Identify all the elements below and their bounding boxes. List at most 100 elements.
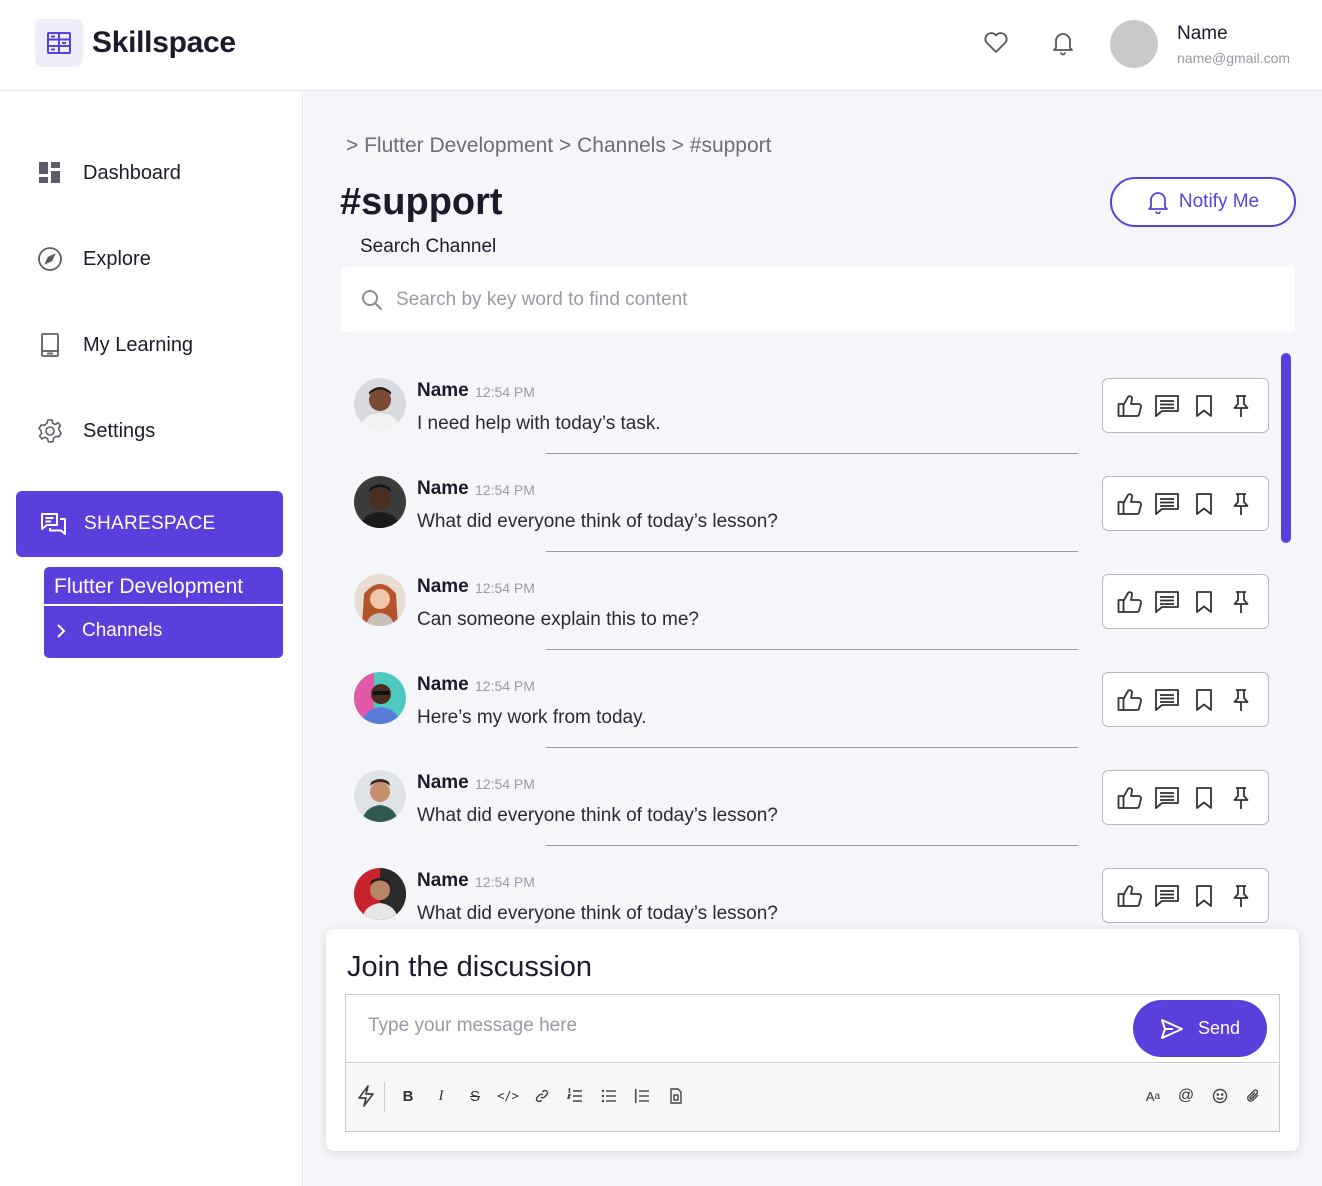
- bookmark-icon[interactable]: [1189, 783, 1219, 813]
- submenu-title[interactable]: Flutter Development: [44, 567, 283, 606]
- message-author[interactable]: Name: [417, 772, 469, 794]
- link-icon[interactable]: [530, 1084, 554, 1108]
- text-format-icon[interactable]: Aa: [1141, 1084, 1165, 1108]
- bookmark-icon[interactable]: [1189, 489, 1219, 519]
- sidebar-item-label: My Learning: [83, 333, 194, 356]
- sidebar-item-explore[interactable]: Explore: [36, 244, 151, 274]
- message-author[interactable]: Name: [417, 674, 469, 696]
- message-author[interactable]: Name: [417, 870, 469, 892]
- attachment-icon[interactable]: [1241, 1084, 1265, 1108]
- comment-icon[interactable]: [1152, 783, 1182, 813]
- message-input[interactable]: [368, 1015, 1068, 1037]
- compose-input-row: Send: [346, 995, 1279, 1063]
- sidebar-item-label: Explore: [83, 247, 151, 270]
- emoji-icon[interactable]: [1208, 1084, 1232, 1108]
- mention-icon[interactable]: @: [1174, 1084, 1198, 1108]
- compass-icon: [36, 245, 64, 273]
- blockquote-icon[interactable]: [630, 1084, 654, 1108]
- sidebar-item-label: Dashboard: [83, 161, 181, 184]
- send-button[interactable]: Send: [1133, 1000, 1267, 1057]
- message-text: I need help with today’s task.: [417, 413, 661, 434]
- scrollbar-thumb[interactable]: [1281, 353, 1291, 543]
- bookmark-icon[interactable]: [1189, 685, 1219, 715]
- message-item: Name 12:54 PM What did everyone think of…: [354, 834, 1274, 931]
- composer-title: Join the discussion: [347, 951, 593, 983]
- message-item: Name 12:54 PM I need help with today’s t…: [354, 353, 1274, 454]
- submenu-item-channels[interactable]: Channels: [44, 606, 283, 656]
- pin-icon[interactable]: [1226, 587, 1256, 617]
- sharespace-button[interactable]: SHARESPACE: [16, 491, 283, 557]
- bookmark-icon[interactable]: [1189, 391, 1219, 421]
- user-avatar[interactable]: [1110, 20, 1158, 68]
- pin-icon[interactable]: [1226, 391, 1256, 421]
- message-time: 12:54 PM: [475, 776, 535, 792]
- file-icon[interactable]: [664, 1084, 688, 1108]
- avatar[interactable]: [354, 574, 406, 626]
- comment-icon[interactable]: [1152, 489, 1182, 519]
- message-time: 12:54 PM: [475, 482, 535, 498]
- pin-icon[interactable]: [1226, 489, 1256, 519]
- sharespace-submenu: Flutter Development Channels: [44, 567, 283, 658]
- thumbs-up-icon[interactable]: [1115, 489, 1145, 519]
- message-text: What did everyone think of today’s lesso…: [417, 805, 778, 826]
- strikethrough-icon[interactable]: S: [463, 1084, 487, 1108]
- code-icon[interactable]: </>: [496, 1084, 520, 1108]
- sidebar-item-settings[interactable]: Settings: [36, 416, 155, 446]
- message-list[interactable]: Name 12:54 PM I need help with today’s t…: [304, 353, 1322, 931]
- avatar[interactable]: [354, 378, 406, 430]
- dashboard-icon: [36, 159, 64, 187]
- notify-me-button[interactable]: Notify Me: [1110, 177, 1296, 227]
- send-label: Send: [1197, 1018, 1241, 1038]
- sidebar-item-my-learning[interactable]: My Learning: [36, 330, 193, 360]
- book-icon: [36, 331, 64, 359]
- comment-icon[interactable]: [1152, 685, 1182, 715]
- sidebar-item-dashboard[interactable]: Dashboard: [36, 158, 181, 188]
- message-time: 12:54 PM: [475, 678, 535, 694]
- bullet-list-icon[interactable]: [597, 1084, 621, 1108]
- message-author[interactable]: Name: [417, 576, 469, 598]
- avatar[interactable]: [354, 672, 406, 724]
- comment-icon[interactable]: [1152, 391, 1182, 421]
- thumbs-up-icon[interactable]: [1115, 685, 1145, 715]
- message-item: Name 12:54 PM What did everyone think of…: [354, 442, 1274, 552]
- message-author[interactable]: Name: [417, 380, 469, 402]
- breadcrumb[interactable]: > Flutter Development > Channels > #supp…: [346, 134, 772, 158]
- italic-icon[interactable]: I: [429, 1084, 453, 1108]
- avatar[interactable]: [354, 868, 406, 920]
- search-input[interactable]: [396, 288, 1196, 311]
- numbered-list-icon[interactable]: [563, 1084, 587, 1108]
- message-text: Can someone explain this to me?: [417, 609, 699, 630]
- bell-icon: [1147, 190, 1169, 214]
- lightning-icon[interactable]: [354, 1084, 378, 1108]
- pin-icon[interactable]: [1226, 881, 1256, 911]
- logo-icon[interactable]: [35, 19, 83, 67]
- brand-name: Skillspace: [92, 26, 236, 59]
- comment-icon[interactable]: [1152, 587, 1182, 617]
- message-time: 12:54 PM: [475, 580, 535, 596]
- message-item: Name 12:54 PM Here’s my work from today.: [354, 638, 1274, 748]
- notify-me-label: Notify Me: [1178, 191, 1260, 212]
- message-actions: [1102, 672, 1269, 727]
- bell-icon[interactable]: [1048, 28, 1078, 58]
- bookmark-icon[interactable]: [1189, 881, 1219, 911]
- send-icon: [1160, 1018, 1184, 1040]
- message-actions: [1102, 476, 1269, 531]
- thumbs-up-icon[interactable]: [1115, 587, 1145, 617]
- avatar[interactable]: [354, 770, 406, 822]
- thumbs-up-icon[interactable]: [1115, 783, 1145, 813]
- message-item: Name 12:54 PM What did everyone think of…: [354, 736, 1274, 846]
- sidebar: Dashboard Explore My Learning Settings S…: [0, 91, 303, 1186]
- heart-icon[interactable]: [981, 28, 1011, 58]
- bookmark-icon[interactable]: [1189, 587, 1219, 617]
- thumbs-up-icon[interactable]: [1115, 391, 1145, 421]
- avatar[interactable]: [354, 476, 406, 528]
- comment-icon[interactable]: [1152, 881, 1182, 911]
- pin-icon[interactable]: [1226, 685, 1256, 715]
- pin-icon[interactable]: [1226, 783, 1256, 813]
- message-author[interactable]: Name: [417, 478, 469, 500]
- formatting-toolbar: B I S </> Aa @: [346, 1064, 1279, 1131]
- page-title: #support: [340, 181, 503, 223]
- bold-icon[interactable]: B: [396, 1084, 420, 1108]
- sidebar-item-label: Settings: [83, 419, 156, 442]
- thumbs-up-icon[interactable]: [1115, 881, 1145, 911]
